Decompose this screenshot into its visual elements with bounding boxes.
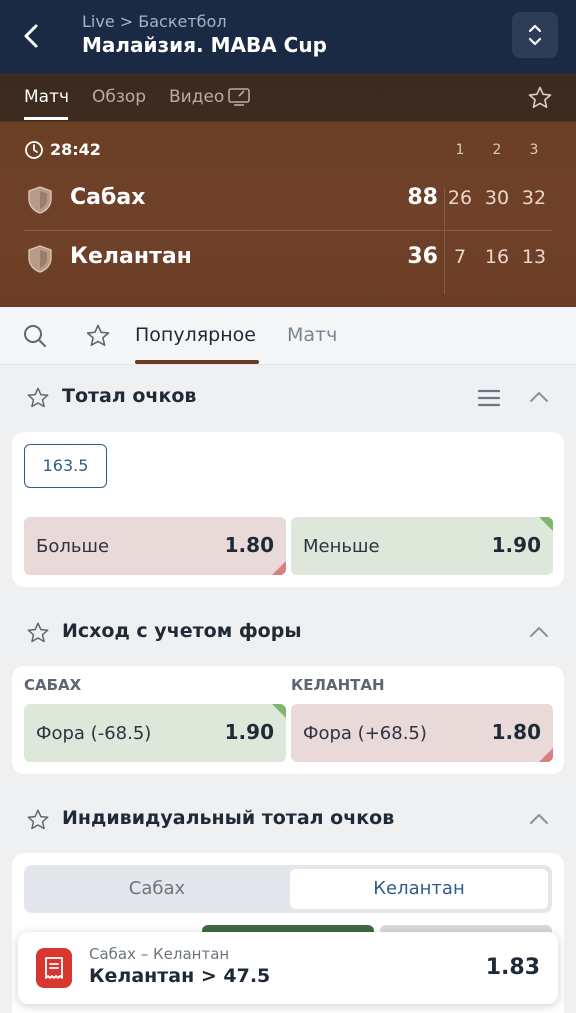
line-selector[interactable]: 163.5 (24, 444, 107, 488)
page-title: Малайзия. MABA Cup (82, 33, 327, 57)
odd-button-over[interactable]: Больше 1.80 (24, 517, 286, 575)
tab-overview[interactable]: Обзор (92, 87, 146, 107)
odd-button-handicap-1[interactable]: Фора (-68.5) 1.90 (24, 704, 286, 762)
market-card-handicap: САБАХ КЕЛАНТАН Фора (-68.5) 1.90 Фора (+… (12, 666, 564, 774)
team-score: 88 (407, 185, 438, 210)
odd-button-handicap-2[interactable]: Фора (+68.5) 1.80 (291, 704, 553, 762)
app-header: Live > Баскетбол Малайзия. MABA Cup (0, 0, 576, 73)
divider (444, 188, 445, 294)
chevron-up-icon[interactable] (528, 812, 550, 826)
tab-indicator (24, 117, 68, 120)
quarter-score: 30 (484, 187, 510, 209)
odd-value: 1.80 (224, 533, 274, 557)
team-row: Келантан 36 7 16 13 (0, 230, 576, 288)
team-shield-icon (28, 186, 52, 214)
betslip-match: Сабах – Келантан (89, 945, 230, 963)
video-icon[interactable] (228, 88, 250, 106)
breadcrumb[interactable]: Live > Баскетбол (82, 12, 227, 31)
favorite-star-icon[interactable] (527, 85, 553, 111)
coupon-icon (45, 957, 63, 979)
star-icon[interactable] (26, 621, 50, 645)
section-header-individual-total[interactable]: Индивидуальный тотал очков (0, 794, 576, 846)
segment-team2[interactable]: Келантан (290, 869, 548, 909)
section-title: Исход с учетом форы (62, 620, 302, 642)
back-button[interactable] (14, 18, 50, 54)
team-name: Сабах (70, 185, 146, 210)
scoreboard: Матч Обзор Видео 28:42 1 2 3 Сабах 88 26… (0, 73, 576, 307)
odd-button-under[interactable]: Меньше 1.90 (291, 517, 553, 575)
section-header-total[interactable]: Тотал очков (0, 372, 576, 424)
odd-label: Меньше (303, 536, 380, 557)
market-tabs: Популярное Матч (0, 307, 576, 365)
chevron-up-icon[interactable] (528, 390, 550, 404)
odd-up-indicator (539, 517, 553, 531)
section-title: Индивидуальный тотал очков (62, 807, 395, 829)
star-icon[interactable] (26, 808, 50, 832)
odd-label: Фора (-68.5) (36, 723, 152, 744)
team-score: 36 (407, 244, 438, 269)
search-icon[interactable] (22, 323, 48, 349)
tab-popular[interactable]: Популярное (135, 324, 256, 346)
tab-match-markets[interactable]: Матч (287, 324, 337, 346)
quarter-header: 1 (455, 142, 465, 158)
betslip-odd: 1.83 (485, 955, 540, 980)
quarter-header: 2 (492, 142, 502, 158)
menu-icon[interactable] (477, 388, 501, 408)
match-timer: 28:42 (50, 140, 101, 159)
chevron-left-icon (24, 24, 38, 48)
match-tabs: Матч Обзор Видео (0, 73, 576, 121)
market-card-total: 163.5 Больше 1.80 Меньше 1.90 (12, 432, 564, 587)
favorites-star-icon[interactable] (85, 323, 111, 349)
star-icon[interactable] (26, 386, 50, 410)
betslip-selection: Келантан > 47.5 (89, 965, 271, 987)
quarter-score: 13 (521, 246, 547, 268)
chevron-up-icon[interactable] (528, 625, 550, 639)
segment-team1[interactable]: Сабах (28, 869, 286, 909)
team-name: Келантан (70, 244, 192, 269)
odd-value: 1.90 (224, 720, 274, 744)
quarter-score: 7 (453, 246, 467, 268)
tab-match[interactable]: Матч (24, 87, 69, 107)
odd-down-indicator (539, 748, 553, 762)
quarter-score: 16 (484, 246, 510, 268)
team-column-label: САБАХ (24, 676, 82, 694)
switch-match-button[interactable] (512, 12, 558, 58)
odd-up-indicator (272, 704, 286, 718)
section-header-handicap[interactable]: Исход с учетом форы (0, 607, 576, 659)
quarter-header: 3 (529, 142, 539, 158)
betslip-icon[interactable] (36, 948, 72, 988)
team-segmented-control: Сабах Келантан (24, 865, 552, 913)
odd-value: 1.80 (491, 720, 541, 744)
betslip-bar[interactable]: Сабах – Келантан Келантан > 47.5 1.83 (18, 932, 558, 1004)
clock-icon (25, 141, 43, 159)
odd-value: 1.90 (491, 533, 541, 557)
tab-indicator (135, 360, 259, 364)
team-column-label: КЕЛАНТАН (291, 676, 385, 694)
quarter-score: 26 (447, 187, 473, 209)
odd-label: Больше (36, 536, 110, 557)
odd-label: Фора (+68.5) (303, 723, 427, 744)
quarter-score: 32 (521, 187, 547, 209)
section-title: Тотал очков (62, 385, 197, 407)
odd-down-indicator (272, 561, 286, 575)
team-row: Сабах 88 26 30 32 (0, 171, 576, 229)
tab-video[interactable]: Видео (169, 87, 224, 107)
team-shield-icon (28, 245, 52, 273)
chevron-up-down-icon (528, 24, 542, 46)
